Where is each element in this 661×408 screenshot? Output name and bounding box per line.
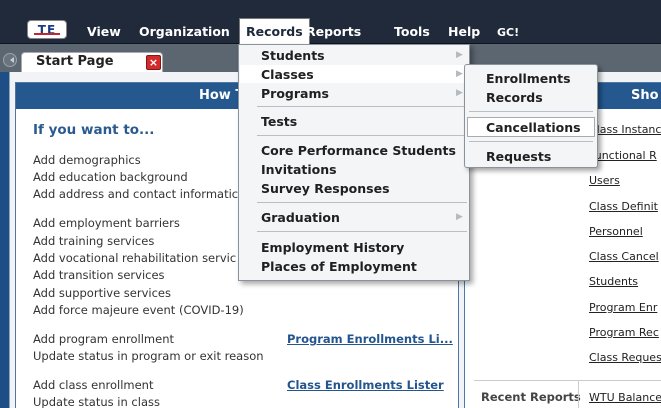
classes-submenu: Enrollments Records Cancellations Reques… bbox=[464, 64, 598, 168]
divider bbox=[474, 380, 661, 381]
tab-start-page[interactable]: Start Page × bbox=[21, 52, 163, 72]
action-item: Add training services bbox=[33, 234, 155, 248]
tab-label: Start Page bbox=[36, 54, 114, 69]
menu-item-survey-responses[interactable]: Survey Responses bbox=[261, 181, 390, 196]
submenu-item-records[interactable]: Records bbox=[486, 90, 543, 105]
action-item: Add transition services bbox=[33, 268, 165, 282]
menu-view[interactable]: View bbox=[87, 24, 121, 39]
menu-item-tests[interactable]: Tests bbox=[261, 114, 297, 129]
logo-text: TE bbox=[37, 22, 57, 37]
menu-item-invitations[interactable]: Invitations bbox=[261, 162, 337, 177]
menu-item-core-performance-students[interactable]: Core Performance Students bbox=[261, 143, 456, 158]
chevron-right-icon: ▶ bbox=[456, 88, 463, 98]
chevron-right-icon: ▶ bbox=[456, 69, 463, 79]
recent-report-link[interactable]: WTU Balance bbox=[589, 391, 661, 404]
close-icon[interactable]: × bbox=[146, 55, 161, 70]
scroll-left-icon[interactable] bbox=[3, 53, 17, 67]
shortcut-link[interactable]: Class Cancel bbox=[589, 250, 661, 263]
menu-item-classes[interactable]: Classes bbox=[261, 67, 314, 82]
submenu-item-enrollments[interactable]: Enrollments bbox=[486, 71, 571, 86]
action-item: Add class enrollment bbox=[33, 378, 154, 392]
shortcut-link[interactable]: Class Definit bbox=[589, 200, 661, 213]
menu-separator bbox=[257, 106, 467, 107]
menu-bar: TE View Organization Records Reports Too… bbox=[0, 0, 661, 44]
recent-reports-label: Recent Reports bbox=[481, 390, 581, 404]
menu-separator bbox=[469, 111, 593, 112]
divider bbox=[578, 381, 579, 408]
menu-separator bbox=[469, 141, 593, 142]
shortcut-link[interactable]: Functional R bbox=[589, 149, 661, 162]
action-item: Add education background bbox=[33, 170, 188, 184]
action-item: Add address and contact informatic bbox=[33, 187, 239, 201]
action-item: Add supportive services bbox=[33, 286, 171, 300]
menu-separator bbox=[257, 202, 467, 203]
submenu-item-requests[interactable]: Requests bbox=[486, 149, 551, 164]
intro-heading: If you want to... bbox=[33, 122, 155, 138]
action-item: Add employment barriers bbox=[33, 216, 180, 230]
menu-organization[interactable]: Organization bbox=[139, 24, 230, 39]
shortcut-link[interactable]: Students bbox=[589, 275, 661, 288]
shortcut-link[interactable]: Users bbox=[589, 174, 661, 187]
shortcut-link[interactable]: Class Instanc bbox=[589, 123, 661, 136]
menu-separator bbox=[257, 231, 467, 232]
menu-gc[interactable]: GC! bbox=[497, 26, 519, 39]
menu-item-graduation[interactable]: Graduation bbox=[261, 210, 340, 225]
menu-tools[interactable]: Tools bbox=[394, 24, 430, 39]
app-logo[interactable]: TE bbox=[27, 20, 67, 39]
shortcut-link[interactable]: Personnel bbox=[589, 225, 661, 238]
menu-item-students[interactable]: Students bbox=[261, 48, 325, 63]
chevron-right-icon: ▶ bbox=[456, 50, 463, 60]
action-item: Add force majeure event (COVID-19) bbox=[33, 303, 244, 317]
menu-help[interactable]: Help bbox=[448, 24, 480, 39]
class-enrollments-lister-link[interactable]: Class Enrollments Lister bbox=[287, 378, 444, 392]
menu-reports[interactable]: Reports bbox=[306, 24, 361, 39]
action-item: Update status in program or exit reason bbox=[33, 349, 264, 363]
shortcut-link[interactable]: Program Enr bbox=[589, 301, 661, 314]
menu-records[interactable]: Records bbox=[239, 18, 310, 44]
records-dropdown-menu: Students ▶ Classes ▶ Programs ▶ Tests Co… bbox=[238, 44, 470, 281]
shortcut-link[interactable]: Class Reques bbox=[589, 351, 661, 364]
action-item: Update status in class bbox=[33, 395, 160, 408]
program-enrollments-lister-link[interactable]: Program Enrollments Li... bbox=[287, 332, 453, 346]
shortcut-link[interactable]: Program Rec bbox=[589, 326, 661, 339]
menu-item-places-of-employment[interactable]: Places of Employment bbox=[261, 259, 417, 274]
action-item: Add program enrollment bbox=[33, 332, 175, 346]
chevron-right-icon: ▶ bbox=[456, 212, 463, 222]
submenu-item-cancellations[interactable]: Cancellations bbox=[486, 120, 581, 135]
menu-item-programs[interactable]: Programs bbox=[261, 86, 329, 101]
menu-separator bbox=[257, 135, 467, 136]
action-item: Add demographics bbox=[33, 153, 141, 167]
menu-item-employment-history[interactable]: Employment History bbox=[261, 240, 404, 255]
action-item: Add vocational rehabilitation servic bbox=[33, 251, 237, 265]
